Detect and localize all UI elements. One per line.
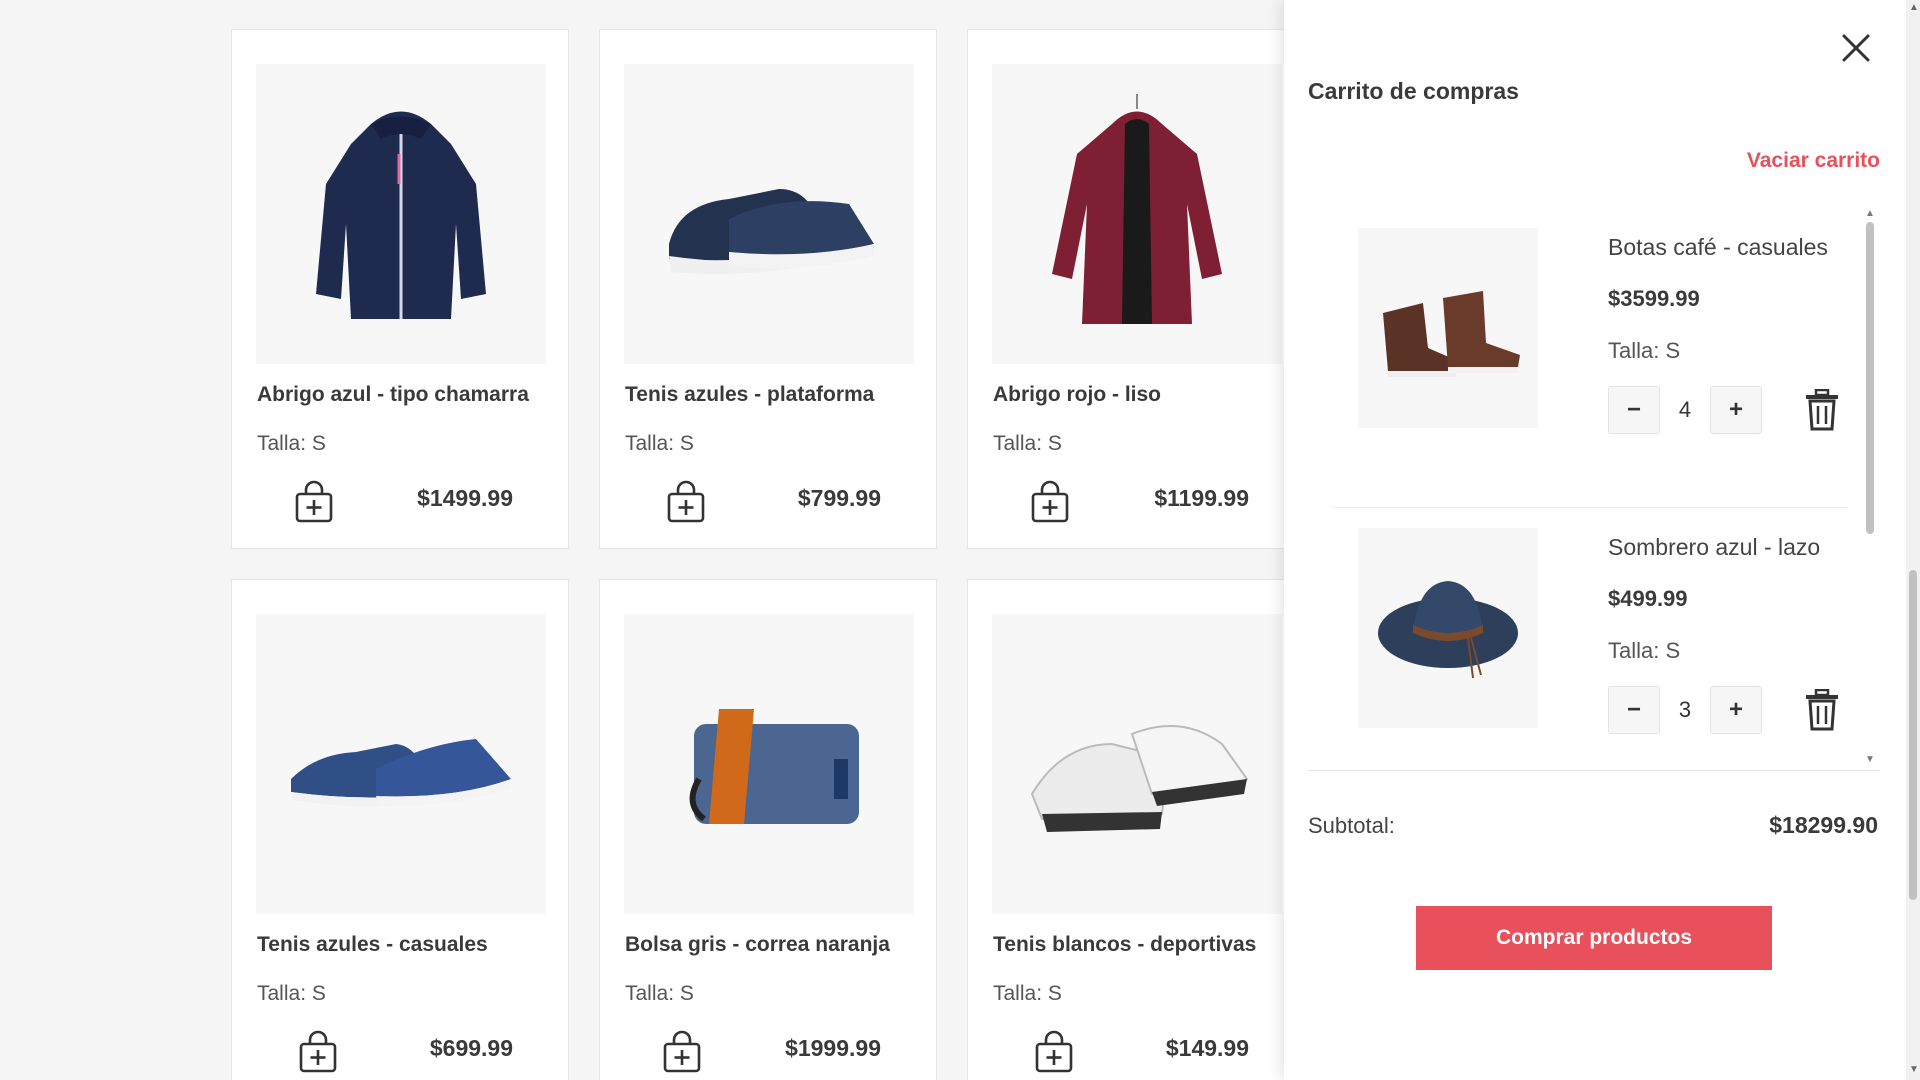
product-image bbox=[256, 614, 546, 914]
cart-item-price: $499.99 bbox=[1608, 586, 1688, 611]
product-name: Tenis azules - plataforma bbox=[625, 383, 875, 406]
cart-item-image bbox=[1358, 228, 1538, 428]
scroll-down-icon[interactable]: ▼ bbox=[1865, 754, 1875, 765]
product-image bbox=[992, 614, 1282, 914]
add-to-cart-button[interactable] bbox=[296, 1028, 340, 1076]
product-card: Tenis blancos - deportivas Talla: S $149… bbox=[967, 579, 1305, 1080]
scroll-up-icon[interactable]: ▲ bbox=[1865, 208, 1875, 219]
product-size: Talla: S bbox=[257, 432, 326, 455]
increment-button[interactable]: + bbox=[1710, 686, 1762, 734]
bag-plus-icon bbox=[295, 480, 333, 523]
product-card: Abrigo rojo - liso Talla: S $1199.99 bbox=[967, 29, 1305, 549]
quantity-stepper: − 3 + bbox=[1608, 686, 1762, 734]
decrement-button[interactable]: − bbox=[1608, 686, 1660, 734]
decrement-button[interactable]: − bbox=[1608, 386, 1660, 434]
cart-item-image bbox=[1358, 528, 1538, 728]
add-to-cart-button[interactable] bbox=[660, 1028, 704, 1076]
product-size: Talla: S bbox=[257, 982, 326, 1005]
increment-button[interactable]: + bbox=[1710, 386, 1762, 434]
product-size: Talla: S bbox=[993, 432, 1062, 455]
product-name: Abrigo rojo - liso bbox=[993, 383, 1161, 406]
cart-scrollbar[interactable]: ▲ ▼ bbox=[1862, 208, 1876, 768]
cart-item: Botas café - casuales $3599.99 Talla: S … bbox=[1332, 208, 1848, 508]
remove-item-button[interactable] bbox=[1800, 386, 1844, 434]
cart-item: Sombrero azul - lazo $499.99 Talla: S − … bbox=[1332, 508, 1848, 768]
trash-icon bbox=[1806, 389, 1838, 431]
product-price: $1499.99 bbox=[417, 485, 513, 511]
product-price: $699.99 bbox=[429, 1035, 513, 1061]
product-card: Bolsa gris - correa naranja Talla: S $19… bbox=[599, 579, 937, 1080]
bag-plus-icon bbox=[667, 480, 705, 523]
quantity-value: 4 bbox=[1678, 397, 1692, 422]
cart-item-size: Talla: S bbox=[1608, 638, 1681, 663]
bag-plus-icon bbox=[299, 1030, 337, 1073]
product-size: Talla: S bbox=[993, 982, 1062, 1005]
scroll-down-icon[interactable]: ▼ bbox=[1909, 1064, 1919, 1075]
add-to-cart-button[interactable] bbox=[1028, 478, 1072, 526]
buy-products-button[interactable]: Comprar productos bbox=[1416, 906, 1772, 970]
product-name: Abrigo azul - tipo chamarra bbox=[257, 383, 529, 406]
cart-item-price: $3599.99 bbox=[1608, 286, 1700, 311]
trash-icon bbox=[1806, 689, 1838, 731]
product-name: Tenis blancos - deportivas bbox=[993, 933, 1257, 956]
product-price: $149.99 bbox=[1165, 1035, 1249, 1061]
product-price: $1999.99 bbox=[785, 1035, 881, 1061]
sneakers-image bbox=[669, 189, 874, 275]
product-price: $799.99 bbox=[797, 485, 881, 511]
empty-cart-link[interactable]: Vaciar carrito bbox=[1747, 149, 1880, 173]
boots-image bbox=[1383, 291, 1520, 377]
scrollbar-thumb[interactable] bbox=[1866, 222, 1874, 534]
subtotal-label: Subtotal: bbox=[1308, 813, 1395, 838]
product-size: Talla: S bbox=[625, 982, 694, 1005]
hat-image bbox=[1378, 581, 1518, 679]
add-to-cart-button[interactable] bbox=[1032, 1028, 1076, 1076]
subtotal-value: $18299.90 bbox=[1769, 812, 1878, 838]
product-image bbox=[624, 614, 914, 914]
sneakers-image bbox=[291, 739, 511, 807]
scroll-up-icon[interactable]: ▲ bbox=[1909, 2, 1919, 13]
remove-item-button[interactable] bbox=[1800, 686, 1844, 734]
product-name: Tenis azules - casuales bbox=[257, 933, 488, 956]
cart-item-name: Botas café - casuales bbox=[1608, 234, 1828, 260]
product-card: Abrigo azul - tipo chamarra Talla: S $14… bbox=[231, 29, 569, 549]
product-card: Tenis azules - plataforma Talla: S $799.… bbox=[599, 29, 937, 549]
scrollbar-thumb[interactable] bbox=[1909, 570, 1917, 900]
sneakers-image bbox=[1030, 725, 1249, 832]
cart-title: Carrito de compras bbox=[1308, 78, 1519, 104]
product-card: Tenis azules - casuales Talla: S $699.99 bbox=[231, 579, 569, 1080]
product-image bbox=[992, 64, 1282, 364]
close-icon bbox=[1842, 34, 1870, 62]
jacket-image bbox=[316, 111, 486, 319]
bag-plus-icon bbox=[663, 1030, 701, 1073]
add-to-cart-button[interactable] bbox=[664, 478, 708, 526]
cart-items-list[interactable]: Botas café - casuales $3599.99 Talla: S … bbox=[1308, 208, 1880, 768]
divider bbox=[1308, 770, 1880, 771]
bag-image bbox=[689, 709, 859, 824]
product-image bbox=[624, 64, 914, 364]
page-scrollbar[interactable]: ▲ ▼ bbox=[1906, 0, 1920, 1080]
quantity-stepper: − 4 + bbox=[1608, 386, 1762, 434]
coat-image bbox=[1052, 94, 1222, 324]
close-cart-button[interactable] bbox=[1838, 30, 1874, 66]
quantity-value: 3 bbox=[1678, 697, 1692, 722]
product-size: Talla: S bbox=[625, 432, 694, 455]
bag-plus-icon bbox=[1035, 1030, 1073, 1073]
cart-item-name: Sombrero azul - lazo bbox=[1608, 534, 1821, 560]
product-grid: Abrigo azul - tipo chamarra Talla: S $14… bbox=[231, 29, 1305, 1080]
cart-item-size: Talla: S bbox=[1608, 338, 1681, 363]
product-image bbox=[256, 64, 546, 364]
add-to-cart-button[interactable] bbox=[292, 478, 336, 526]
product-name: Bolsa gris - correa naranja bbox=[625, 933, 890, 956]
bag-plus-icon bbox=[1031, 480, 1069, 523]
product-price: $1199.99 bbox=[1154, 485, 1249, 511]
